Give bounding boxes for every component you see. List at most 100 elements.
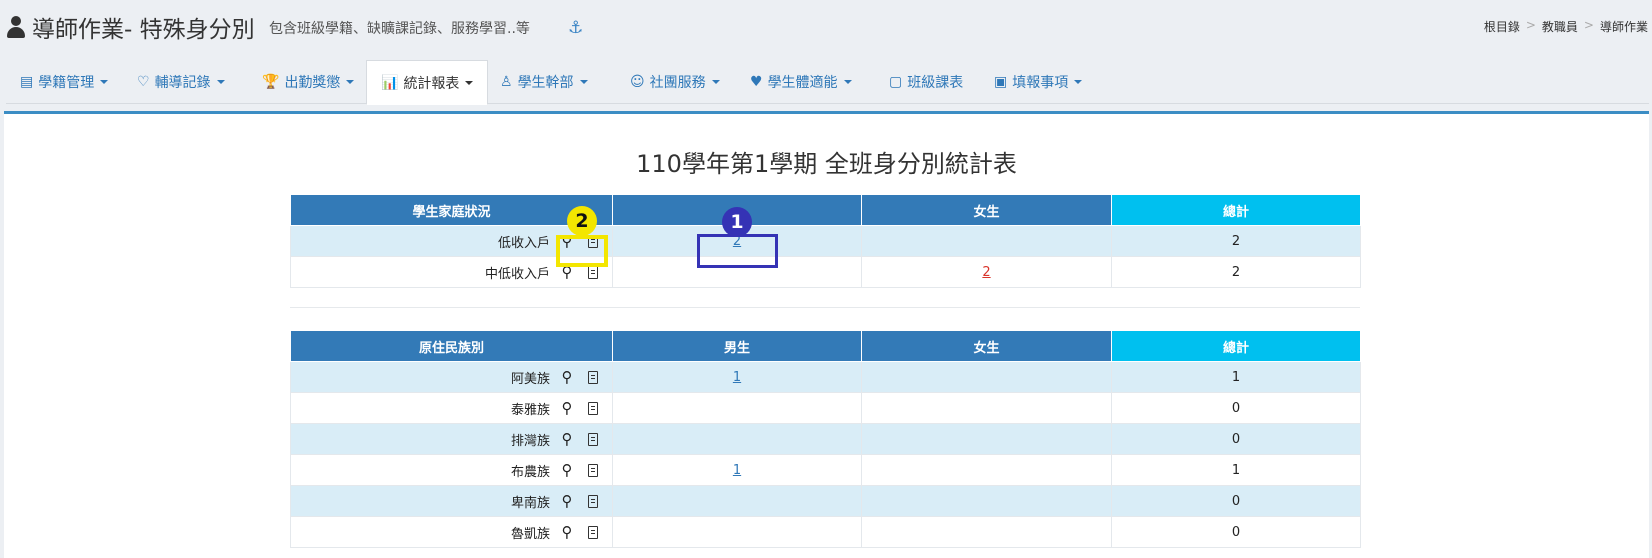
female-count-cell: 2 — [861, 256, 1112, 288]
tab-label: 出勤獎懲 — [284, 75, 341, 91]
row-label-cell: 布農族 ⚲ — [290, 454, 613, 486]
table-header-row: 學生家庭狀況 女生 總計 — [290, 194, 1361, 226]
total-count-cell: 0 — [1111, 423, 1361, 455]
id-card-icon: ▤ — [20, 74, 34, 90]
caret-down-icon — [346, 80, 355, 84]
document-icon[interactable] — [584, 430, 602, 448]
tab-9[interactable]: ▣ 填報事項 — [980, 60, 1096, 104]
caret-down-icon — [100, 80, 109, 84]
female-count-cell — [861, 516, 1112, 548]
caret-down-icon — [711, 80, 720, 84]
table-row: 布農族 ⚲ 1 1 — [290, 454, 1361, 486]
total-count-cell: 1 — [1111, 361, 1361, 393]
group-icon: ☺ — [630, 74, 645, 90]
column-header-family: 學生家庭狀況 — [290, 194, 613, 226]
search-icon[interactable]: ⚲ — [558, 523, 576, 541]
tab-8[interactable]: ▢ 班級課表 — [875, 60, 977, 104]
tab-3[interactable]: 🏆 出勤獎懲 — [248, 60, 368, 104]
search-icon[interactable]: ⚲ — [558, 399, 576, 417]
user-icon — [6, 15, 26, 39]
male-count-link[interactable]: 1 — [733, 463, 741, 478]
document-icon-shape — [588, 432, 598, 446]
highlight-box-yellow — [556, 235, 608, 267]
document-icon[interactable] — [584, 461, 602, 479]
breadcrumb-item-root[interactable]: 根目錄 — [1484, 18, 1520, 35]
total-count-cell: 2 — [1111, 225, 1361, 257]
female-count-link[interactable]: 2 — [982, 265, 990, 280]
row-label-cell: 排灣族 ⚲ — [290, 423, 613, 455]
page-title-text: 導師作業- 特殊身分別 — [32, 17, 255, 43]
female-count-cell — [861, 454, 1112, 486]
row-label: 布農族 — [510, 464, 550, 480]
document-icon-shape — [588, 370, 598, 384]
bar-chart-icon: 📊 — [381, 74, 399, 91]
tab-6[interactable]: ☺ 社團服務 — [616, 60, 734, 104]
document-icon-shape — [588, 525, 598, 539]
column-header-total: 總計 — [1111, 330, 1361, 362]
annotation-badge-2: 2 — [567, 206, 597, 236]
male-count-cell — [612, 423, 862, 455]
caret-down-icon — [843, 80, 852, 84]
tab-label: 輔導記錄 — [154, 75, 211, 91]
row-label-group: 布農族 ⚲ — [511, 461, 602, 480]
row-label-group: 卑南族 ⚲ — [511, 492, 602, 511]
page-subtitle: 包含班級學籍、缺曠課記錄、服務學習..等 — [269, 21, 530, 37]
anchor-icon[interactable]: ⚓ — [568, 18, 583, 38]
heart-icon: ♡ — [137, 74, 150, 90]
tab-4[interactable]: 📊 統計報表 — [366, 60, 489, 105]
row-label-group: 泰雅族 ⚲ — [511, 399, 602, 418]
document-icon[interactable] — [584, 492, 602, 510]
male-count-link[interactable]: 1 — [733, 370, 741, 385]
table-row: 排灣族 ⚲ 0 — [290, 423, 1361, 455]
tab-1[interactable]: ▤ 學籍管理 — [6, 60, 122, 104]
document-icon-shape — [588, 265, 598, 279]
person-icon: ♙ — [500, 74, 513, 90]
document-icon-shape — [588, 494, 598, 508]
aboriginal-table: 原住民族別 男生 女生 總計 阿美族 ⚲ 1 1 泰雅族 ⚲ 0 排灣族 ⚲ 0 布農族 ⚲ 1 1 卑南族… — [290, 330, 1361, 548]
tab-label: 填報事項 — [1012, 75, 1069, 91]
row-label: 魯凱族 — [510, 526, 550, 542]
section-divider — [290, 307, 1360, 308]
table-row: 魯凱族 ⚲ 0 — [290, 516, 1361, 548]
row-label-cell: 魯凱族 ⚲ — [290, 516, 613, 548]
tab-label: 統計報表 — [403, 75, 460, 92]
column-header-female: 女生 — [861, 330, 1112, 362]
heartbeat-icon: ♥ — [750, 74, 763, 90]
search-icon[interactable]: ⚲ — [558, 492, 576, 510]
tab-label: 學生幹部 — [517, 75, 574, 91]
row-label: 卑南族 — [510, 495, 550, 511]
tab-7[interactable]: ♥ 學生體適能 — [736, 60, 866, 104]
document-icon[interactable] — [584, 523, 602, 541]
search-icon[interactable]: ⚲ — [558, 430, 576, 448]
report-panel: 110學年第1學期 全班身分別統計表 學生家庭狀況 女生 總計 低收入戶 ⚲ 2 2 中… — [4, 111, 1649, 558]
row-label-group: 阿美族 ⚲ — [511, 368, 602, 387]
tab-2[interactable]: ♡ 輔導記錄 — [123, 60, 239, 104]
caret-down-icon — [216, 80, 225, 84]
row-label-group: 魯凱族 ⚲ — [511, 523, 602, 542]
row-label-cell: 阿美族 ⚲ — [290, 361, 613, 393]
document-icon[interactable] — [584, 399, 602, 417]
search-icon[interactable]: ⚲ — [558, 368, 576, 386]
note-icon: ▢ — [889, 74, 903, 90]
total-count-cell: 0 — [1111, 485, 1361, 517]
female-count-cell — [861, 225, 1112, 257]
column-header-male: 男生 — [612, 330, 862, 362]
trophy-icon: 🏆 — [262, 74, 280, 90]
female-count-cell — [861, 423, 1112, 455]
male-count-cell — [612, 485, 862, 517]
highlight-box-blue — [697, 234, 778, 268]
search-icon[interactable]: ⚲ — [558, 461, 576, 479]
annotation-badge-1: 1 — [722, 207, 752, 237]
breadcrumb: 根目錄 > 教職員 > 導師作業 — [1484, 18, 1648, 35]
document-icon[interactable] — [584, 368, 602, 386]
tab-label: 學籍管理 — [38, 75, 95, 91]
breadcrumb-item-staff[interactable]: 教職員 — [1542, 18, 1578, 35]
table-row: 卑南族 ⚲ 0 — [290, 485, 1361, 517]
row-label: 低收入戶 — [497, 235, 550, 251]
breadcrumb-separator: > — [1583, 18, 1594, 32]
page-title: 導師作業- 特殊身分別 — [6, 10, 255, 44]
tab-label: 社團服務 — [649, 75, 706, 91]
tab-5[interactable]: ♙ 學生幹部 — [486, 60, 602, 104]
column-header-aboriginal: 原住民族別 — [290, 330, 613, 362]
total-count-cell: 0 — [1111, 516, 1361, 548]
